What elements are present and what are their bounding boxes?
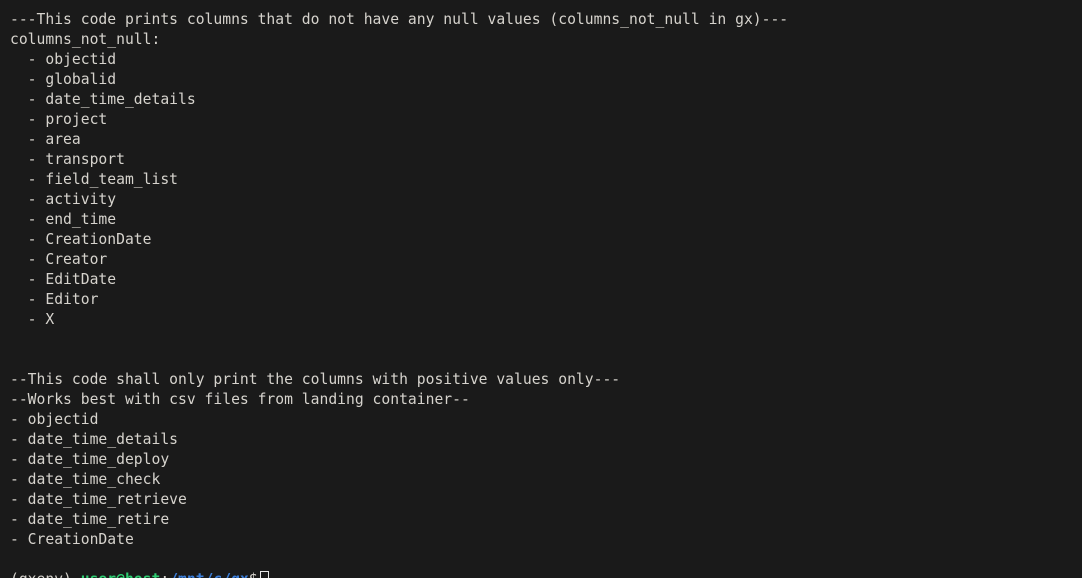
output-line-blank: - Y [0, 330, 1082, 350]
output-line: --Works best with csv files from landing… [10, 391, 470, 408]
output-line: - objectid [10, 411, 99, 428]
output-line: - CreationDate [10, 231, 152, 248]
shell-prompt-line[interactable]: (gxenv) user@host:/mnt/c/gx$ [0, 570, 269, 578]
text-cursor-icon [259, 571, 269, 578]
output-line: - date_time_retire [10, 511, 170, 528]
prompt-path: /mnt/c/gx [169, 571, 249, 578]
output-line: - globalid [10, 71, 117, 88]
output-line: - date_time_retrieve [10, 491, 187, 508]
output-line: - EditDate [10, 271, 117, 288]
output-line: - date_time_details [10, 431, 179, 448]
output-line: columns_not_null: [10, 31, 161, 48]
output-line: - X [10, 311, 55, 328]
output-line: - Editor [10, 291, 99, 308]
output-line: - transport [10, 151, 125, 168]
output-line: - date_time_deploy [10, 451, 170, 468]
terminal-window[interactable]: ---This code prints columns that do not … [0, 0, 1082, 578]
output-line: - project [10, 111, 108, 128]
output-line: - objectid [10, 51, 117, 68]
output-line: - Creator [10, 251, 108, 268]
terminal-output: ---This code prints columns that do not … [0, 10, 1082, 550]
output-line: ---This code prints columns that do not … [10, 11, 789, 28]
output-line: - activity [10, 191, 117, 208]
output-line: - field_team_list [10, 171, 179, 188]
output-line: - CreationDate [10, 531, 134, 548]
prompt-dollar: $ [249, 571, 258, 578]
output-line: - date_time_details [10, 91, 196, 108]
output-line: - area [10, 131, 81, 148]
output-line: --This code shall only print the columns… [10, 371, 621, 388]
output-line: - date_time_check [10, 471, 161, 488]
prompt-env: (gxenv) [10, 571, 72, 578]
prompt-colon: : [160, 571, 169, 578]
output-line: - end_time [10, 211, 117, 228]
prompt-user-host: user@host [81, 571, 161, 578]
